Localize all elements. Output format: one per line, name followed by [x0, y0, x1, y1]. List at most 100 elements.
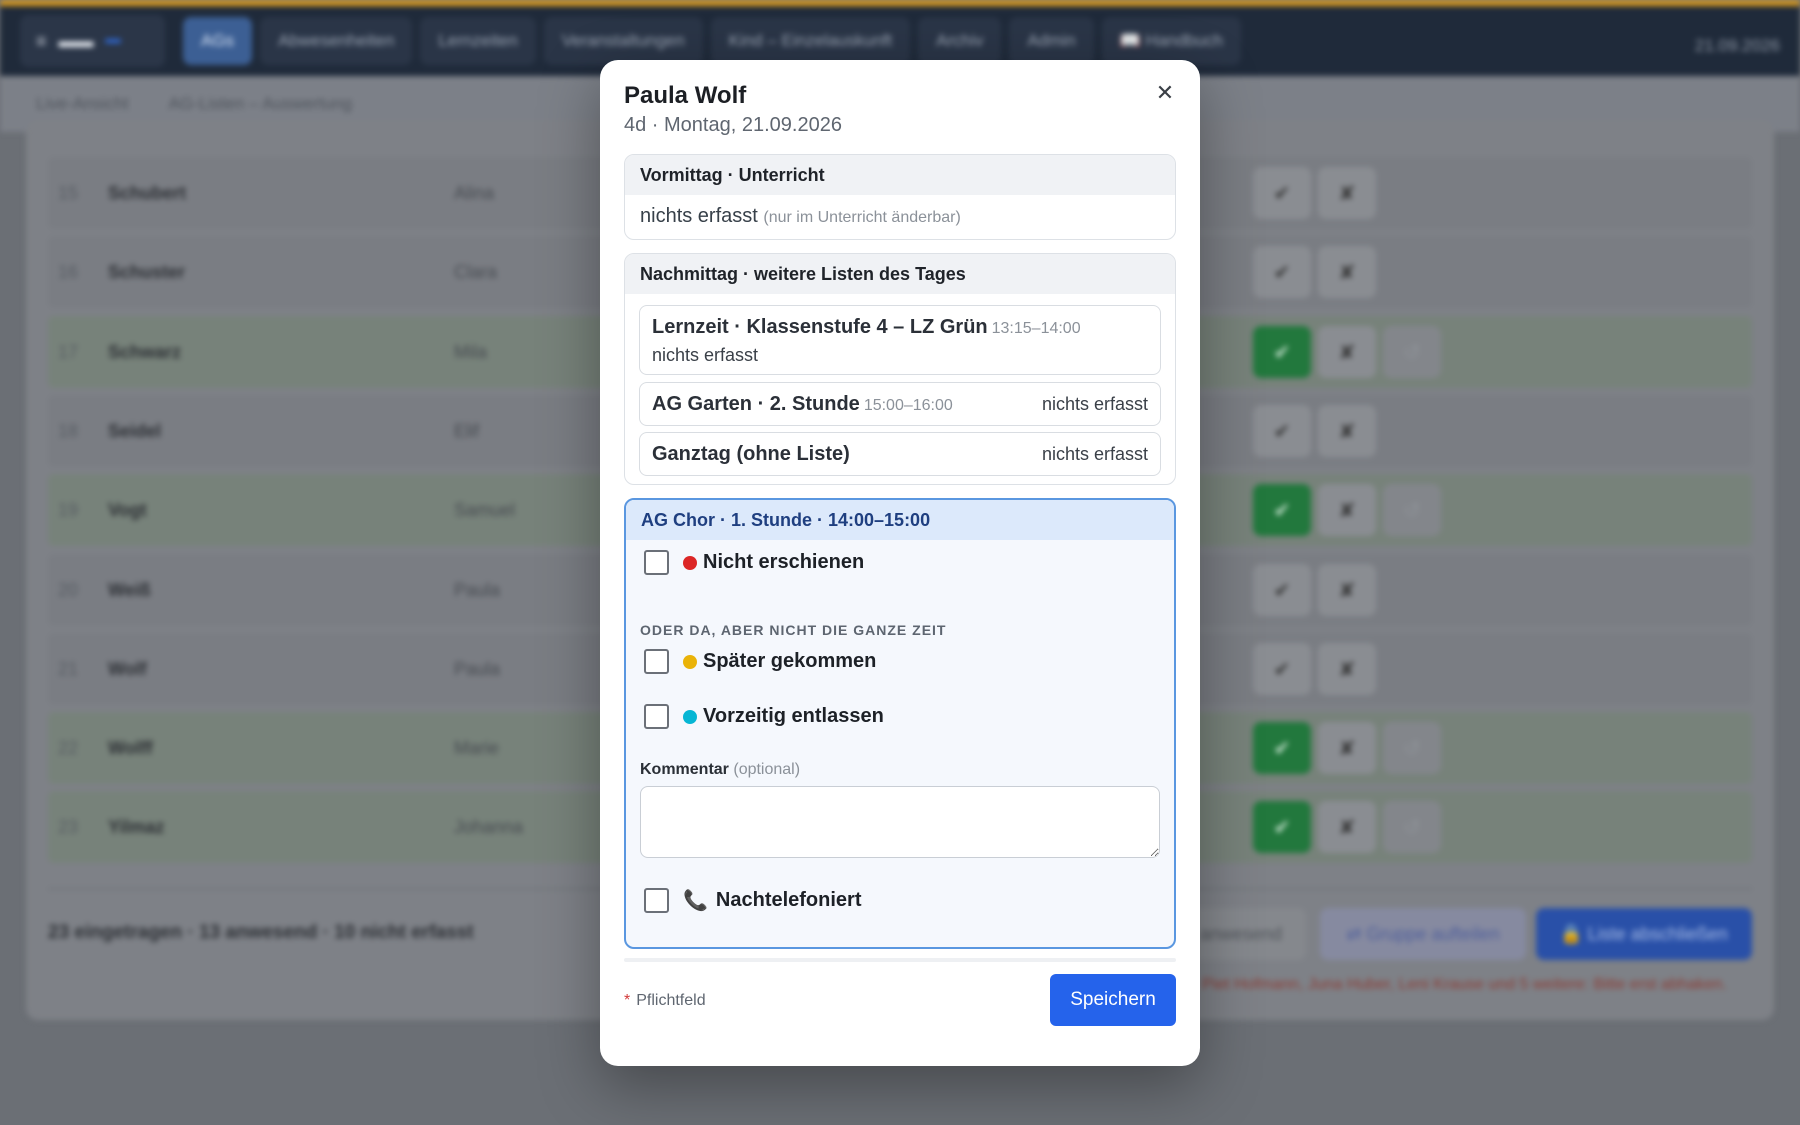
tab-kind-einzelauskunft[interactable]: Kind – Einzelauskunft — [710, 17, 911, 65]
tab-handbuch[interactable]: 📖 Handbuch — [1101, 17, 1241, 65]
tab-abwesenheiten[interactable]: Abwesenheiten — [260, 17, 413, 65]
current-list-card: AG Chor · 1. Stunde · 14:00–15:00 Nicht … — [624, 498, 1176, 949]
absent-button[interactable]: ✘ — [1318, 246, 1376, 298]
morning-status: nichts erfasst — [640, 205, 758, 227]
list-item-status: nichts erfasst — [652, 345, 759, 365]
phoned-option[interactable]: 📞 Nachtelefoniert — [644, 888, 862, 913]
row-last-name: Seidel — [108, 420, 162, 441]
present-button[interactable]: ✔ — [1253, 722, 1311, 774]
absent-button[interactable]: ✘ — [1318, 564, 1376, 616]
row-number: 22 — [58, 737, 79, 758]
tab-archiv[interactable]: Archiv — [918, 17, 1002, 65]
row-number: 18 — [58, 420, 79, 441]
current-date: 21.09.2026 — [1694, 36, 1780, 55]
absent-button[interactable]: ✘ — [1318, 801, 1376, 853]
comment-optional-hint: (optional) — [733, 761, 801, 778]
close-warning: Piet Hofmann, Juna Huber, Leni Krause un… — [1202, 976, 1727, 993]
hamburger-icon[interactable]: ≡ — [36, 31, 47, 52]
list-item-lernzeit: Lernzeit · Klassenstufe 4 – LZ Grün 13:15… — [639, 305, 1161, 375]
present-button[interactable]: ✔ — [1253, 326, 1311, 378]
comment-textarea[interactable] — [640, 786, 1160, 858]
row-number: 23 — [58, 816, 79, 837]
row-number: 20 — [58, 579, 79, 600]
student-detail-modal: Paula Wolf 4d · Montag, 21.09.2026 ✕ Vor… — [600, 60, 1200, 1066]
close-list-button[interactable]: 🔒 Liste abschließen — [1536, 908, 1752, 960]
comment-label: Kommentar (optional) — [640, 761, 800, 779]
save-button[interactable]: Speichern — [1050, 974, 1176, 1026]
undo-button[interactable]: ↺ — [1383, 326, 1441, 378]
present-button[interactable]: ✔ — [1253, 484, 1311, 536]
early-checkbox[interactable] — [644, 704, 669, 729]
undo-button[interactable]: ↺ — [1383, 484, 1441, 536]
tab-ags[interactable]: AGs — [183, 17, 253, 65]
list-item-time: 15:00–16:00 — [863, 396, 953, 414]
row-last-name: Wolf — [108, 658, 147, 679]
morning-card: Vormittag · Unterricht nichts erfasst (n… — [624, 154, 1176, 240]
present-button[interactable]: ✔ — [1253, 643, 1311, 695]
present-button[interactable]: ✔ — [1253, 246, 1311, 298]
absent-button[interactable]: ✘ — [1318, 722, 1376, 774]
list-item-name: AG Garten · 2. Stunde — [652, 392, 860, 415]
phone-icon: 📞 — [683, 890, 708, 912]
afternoon-card: Nachmittag · weitere Listen des Tages Le… — [624, 253, 1176, 485]
row-last-name: Wolff — [108, 737, 153, 758]
row-last-name: Yilmaz — [108, 816, 165, 837]
row-last-name: Weiß — [108, 579, 151, 600]
morning-hint: (nur im Unterricht änderbar) — [763, 209, 961, 226]
early-option[interactable]: Vorzeitig entlassen — [644, 704, 884, 729]
present-button[interactable]: ✔ — [1253, 405, 1311, 457]
subnav-live-ansicht[interactable]: Live-Ansicht — [36, 94, 129, 114]
row-number: 21 — [58, 658, 79, 679]
absent-button[interactable]: ✘ — [1318, 167, 1376, 219]
early-label: Vorzeitig entlassen — [703, 705, 884, 727]
required-star: * — [624, 992, 631, 1009]
brand-menu[interactable]: ≡ ▬▬ — [20, 15, 165, 67]
red-dot-icon — [683, 555, 697, 570]
present-button[interactable]: ✔ — [1253, 801, 1311, 853]
subnav-ag-listen-auswertung[interactable]: AG-Listen – Auswertung — [169, 94, 352, 114]
row-last-name: Schubert — [108, 182, 187, 203]
row-last-name: Schuster — [108, 261, 186, 282]
app-logo: ▬▬ — [58, 30, 94, 51]
list-item-ganztag: Ganztag (ohne Liste) nichts erfasst — [639, 432, 1161, 476]
required-note: * Pflichtfeld — [624, 992, 706, 1010]
absent-button[interactable]: ✘ — [1318, 326, 1376, 378]
present-button[interactable]: ✔ — [1253, 564, 1311, 616]
late-label: Später gekommen — [703, 650, 877, 672]
modal-title: Paula Wolf — [624, 82, 747, 109]
undo-button[interactable]: ↺ — [1383, 801, 1441, 853]
row-number: 17 — [58, 341, 79, 362]
close-icon[interactable]: ✕ — [1150, 78, 1180, 108]
list-item-name: Lernzeit · Klassenstufe 4 – LZ Grün — [652, 316, 988, 338]
modal-subtitle: 4d · Montag, 21.09.2026 — [624, 114, 842, 136]
morning-status-line: nichts erfasst (nur im Unterricht änderb… — [625, 195, 1175, 238]
absent-button[interactable]: ✘ — [1318, 405, 1376, 457]
morning-header: Vormittag · Unterricht — [625, 155, 1175, 195]
absent-checkbox[interactable] — [644, 550, 669, 575]
absent-button[interactable]: ✘ — [1318, 643, 1376, 695]
absent-option[interactable]: Nicht erschienen — [644, 550, 864, 575]
phoned-label: Nachtelefoniert — [715, 889, 862, 911]
yellow-dot-icon — [683, 654, 697, 669]
absent-label: Nicht erschienen — [703, 551, 865, 573]
row-number: 19 — [58, 499, 79, 520]
absent-button[interactable]: ✘ — [1318, 484, 1376, 536]
undo-button[interactable]: ↺ — [1383, 722, 1441, 774]
present-button[interactable]: ✔ — [1253, 167, 1311, 219]
tab-lernzeiten[interactable]: Lernzeiten — [420, 17, 536, 65]
tab-veranstaltungen[interactable]: Veranstaltungen — [543, 17, 703, 65]
late-option[interactable]: Später gekommen — [644, 649, 876, 674]
split-group-button[interactable]: ⇄ Gruppe aufteilen — [1320, 908, 1526, 960]
row-last-name: Vogt — [108, 499, 147, 520]
list-item-status: nichts erfasst — [1041, 393, 1148, 414]
partial-section-label: ODER DA, ABER NICHT DIE GANZE ZEIT — [640, 622, 947, 638]
row-last-name: Schwarz — [108, 341, 182, 362]
list-item-name: Ganztag (ohne Liste) — [652, 442, 850, 465]
list-summary: 23 eingetragen · 13 anwesend · 10 nicht … — [48, 922, 474, 943]
row-number: 16 — [58, 261, 79, 282]
row-number: 15 — [58, 182, 79, 203]
tab-admin[interactable]: Admin — [1009, 17, 1094, 65]
phoned-checkbox[interactable] — [644, 888, 669, 913]
comment-label-text: Kommentar — [640, 761, 729, 778]
late-checkbox[interactable] — [644, 649, 669, 674]
